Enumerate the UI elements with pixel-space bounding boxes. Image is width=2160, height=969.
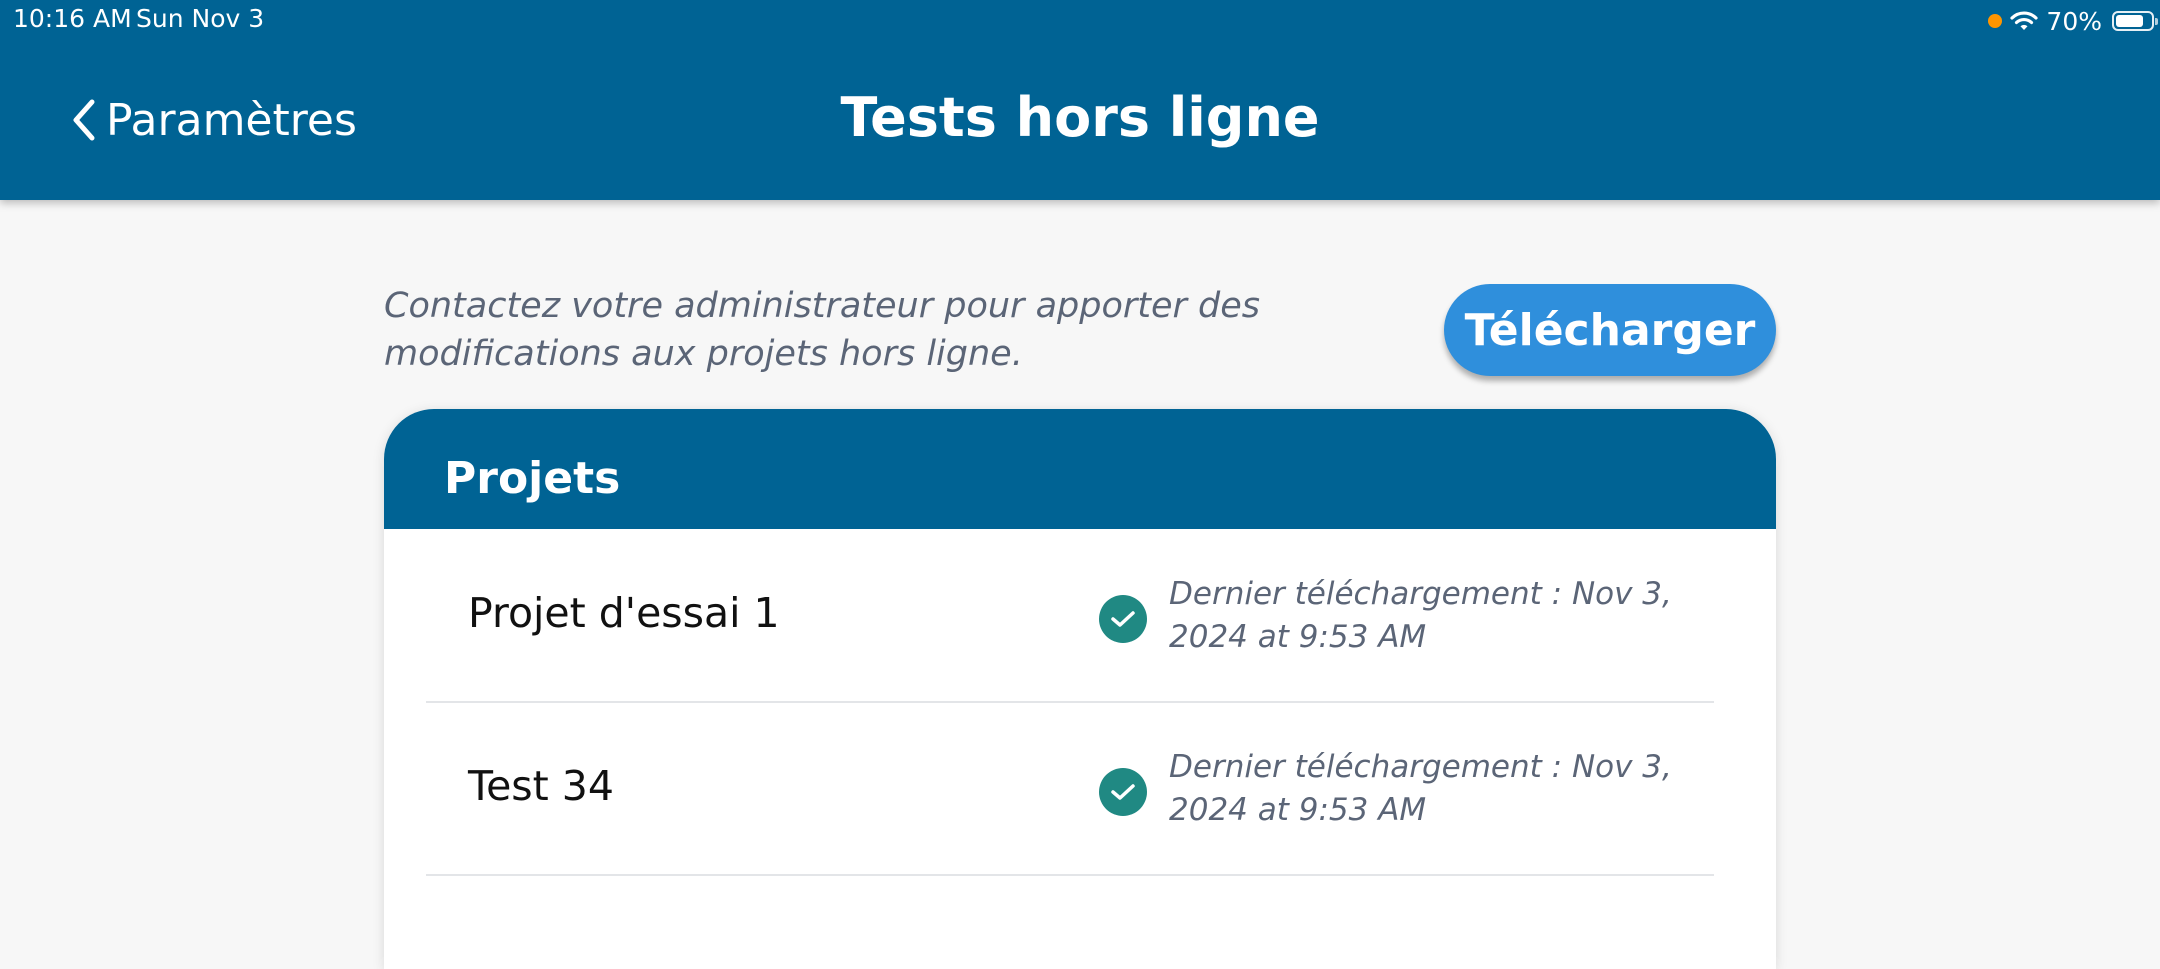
- check-circle-icon: [1099, 595, 1147, 643]
- projects-card: Projets Projet d'essai 1 Dernier télécha…: [384, 409, 1776, 969]
- status-date: Sun Nov 3: [136, 4, 265, 33]
- last-download-text: Dernier téléchargement : Nov 3, 2024 at …: [1169, 576, 1672, 655]
- wifi-icon: [2010, 10, 2039, 32]
- top-bar: 10:16 AM Sun Nov 3 70% Paramètres Tests …: [0, 0, 2160, 200]
- projects-header: Projets: [384, 409, 1776, 529]
- battery-icon: [2112, 11, 2158, 31]
- project-row[interactable]: Projet d'essai 1 Dernier téléchargement …: [426, 529, 1714, 703]
- project-row[interactable]: Test 34 Dernier téléchargement : Nov 3, …: [426, 702, 1714, 876]
- check-circle-icon: [1099, 768, 1147, 816]
- download-button[interactable]: Télécharger: [1444, 284, 1776, 376]
- info-text: Contactez votre administrateur pour appo…: [384, 286, 1261, 374]
- page-title: Tests hors ligne: [840, 86, 1320, 149]
- projects-header-title: Projets: [444, 453, 621, 504]
- project-name: Projet d'essai 1: [468, 589, 780, 637]
- status-time: 10:16 AM: [13, 4, 132, 33]
- project-name: Test 34: [468, 762, 614, 810]
- last-download-text: Dernier téléchargement : Nov 3, 2024 at …: [1169, 749, 1672, 828]
- privacy-indicator-dot: [1988, 14, 2003, 28]
- status-indicators: 70%: [1988, 4, 2158, 38]
- battery-percentage: 70%: [2046, 6, 2102, 36]
